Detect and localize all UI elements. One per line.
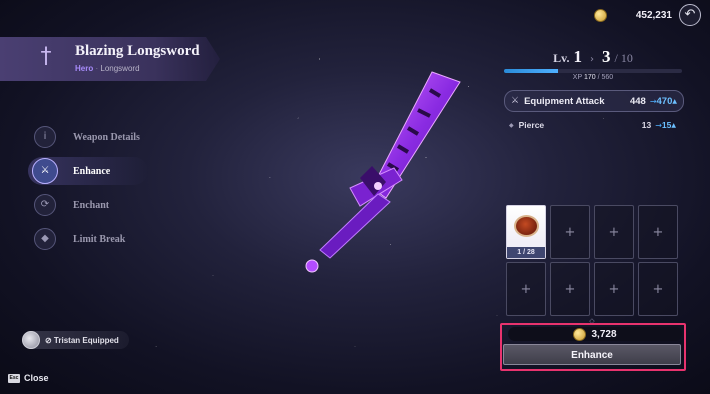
- nav-label: Limit Break: [73, 233, 126, 245]
- xp-max: / 560: [597, 74, 614, 81]
- enchant-icon: ⟳: [34, 194, 56, 216]
- weapon-preview-image: [305, 71, 461, 273]
- nav-label: Weapon Details: [73, 131, 140, 143]
- food-material-icon: [514, 215, 539, 237]
- close-button[interactable]: Close: [24, 373, 49, 383]
- xp-progress-fill: [504, 69, 559, 73]
- level-label: Lv.: [553, 51, 570, 65]
- level-current: 1: [573, 47, 583, 66]
- material-slot-empty[interactable]: +: [638, 262, 678, 316]
- nav-label: Enhance: [73, 165, 111, 177]
- enhance-button[interactable]: Enhance: [503, 344, 681, 365]
- material-slot-empty[interactable]: +: [594, 205, 634, 259]
- material-count: 1 / 28: [507, 247, 545, 258]
- nav-item-enhance[interactable]: ⚔ Enhance: [32, 158, 111, 184]
- subtitle-separator: ·: [95, 64, 99, 73]
- xp-progress-bar: [504, 69, 682, 73]
- item-subtitle: Hero · Longsword: [75, 64, 140, 73]
- gold-amount: 452,231: [635, 9, 672, 21]
- material-slot-empty[interactable]: +: [506, 262, 546, 316]
- sword-icon: †: [40, 44, 52, 69]
- enhance-cost: 3,728: [508, 327, 682, 341]
- material-slot-filled[interactable]: 1 / 28: [506, 205, 546, 259]
- item-name: Blazing Longsword: [75, 43, 200, 59]
- arrow-right-icon: →: [649, 96, 657, 106]
- item-type: Longsword: [100, 64, 140, 73]
- level-arrow-icon: ›: [590, 54, 594, 65]
- item-class: Hero: [75, 64, 94, 73]
- stat-new-value: 470: [656, 95, 673, 107]
- return-arrow-icon: ↶: [684, 7, 696, 22]
- stat-value: 13: [641, 120, 652, 130]
- gold-coin-icon: [594, 8, 607, 22]
- cost-amount: 3,728: [591, 328, 617, 340]
- level-target: 3: [602, 47, 611, 66]
- material-slot-empty[interactable]: +: [594, 262, 634, 316]
- increase-icon: ▲: [671, 121, 676, 129]
- material-slot-empty[interactable]: +: [550, 262, 590, 316]
- stat-new-value: 15: [661, 120, 672, 130]
- level-max: / 10: [614, 51, 633, 65]
- material-slot-empty[interactable]: +: [550, 205, 590, 259]
- limit-break-icon: ◆: [34, 228, 56, 250]
- level-display: Lv. 1 › 3 / 10: [504, 47, 682, 67]
- xp-label: XP: [572, 74, 583, 81]
- equipped-by-tag: ⊘ Tristan Equipped: [22, 331, 129, 349]
- enhance-icon: ⚔: [32, 158, 58, 184]
- avatar: [22, 331, 40, 349]
- gold-coin-icon: [573, 327, 587, 341]
- nav-item-weapon-details[interactable]: i Weapon Details: [34, 126, 140, 148]
- xp-current: 170: [583, 74, 596, 81]
- diamond-icon: ◆: [509, 121, 514, 129]
- info-icon: i: [34, 126, 56, 148]
- stat-pierce: ◆ Pierce 13 → 15 ▲: [504, 118, 682, 132]
- nav-item-limit-break[interactable]: ◆ Limit Break: [34, 228, 125, 250]
- stat-name: Equipment Attack: [524, 95, 605, 107]
- stat-name: Pierce: [518, 120, 545, 130]
- xp-readout: XP 170 / 560: [504, 74, 682, 81]
- arrow-right-icon: →: [655, 120, 662, 130]
- stat-equipment-attack: ⚔ Equipment Attack 448 → 470 ▲: [504, 90, 684, 112]
- material-slot-empty[interactable]: +: [638, 205, 678, 259]
- equipped-text: ⊘ Tristan Equipped: [45, 335, 119, 345]
- stat-value: 448: [629, 95, 646, 107]
- increase-icon: ▲: [672, 97, 677, 105]
- esc-key-icon: Esc: [8, 374, 20, 383]
- gold-currency-display: 452,231: [590, 6, 672, 24]
- nav-label: Enchant: [73, 199, 110, 211]
- nav-item-enchant[interactable]: ⟳ Enchant: [34, 194, 109, 216]
- sword-icon: ⚔: [511, 96, 520, 106]
- back-button[interactable]: ↶: [679, 4, 701, 26]
